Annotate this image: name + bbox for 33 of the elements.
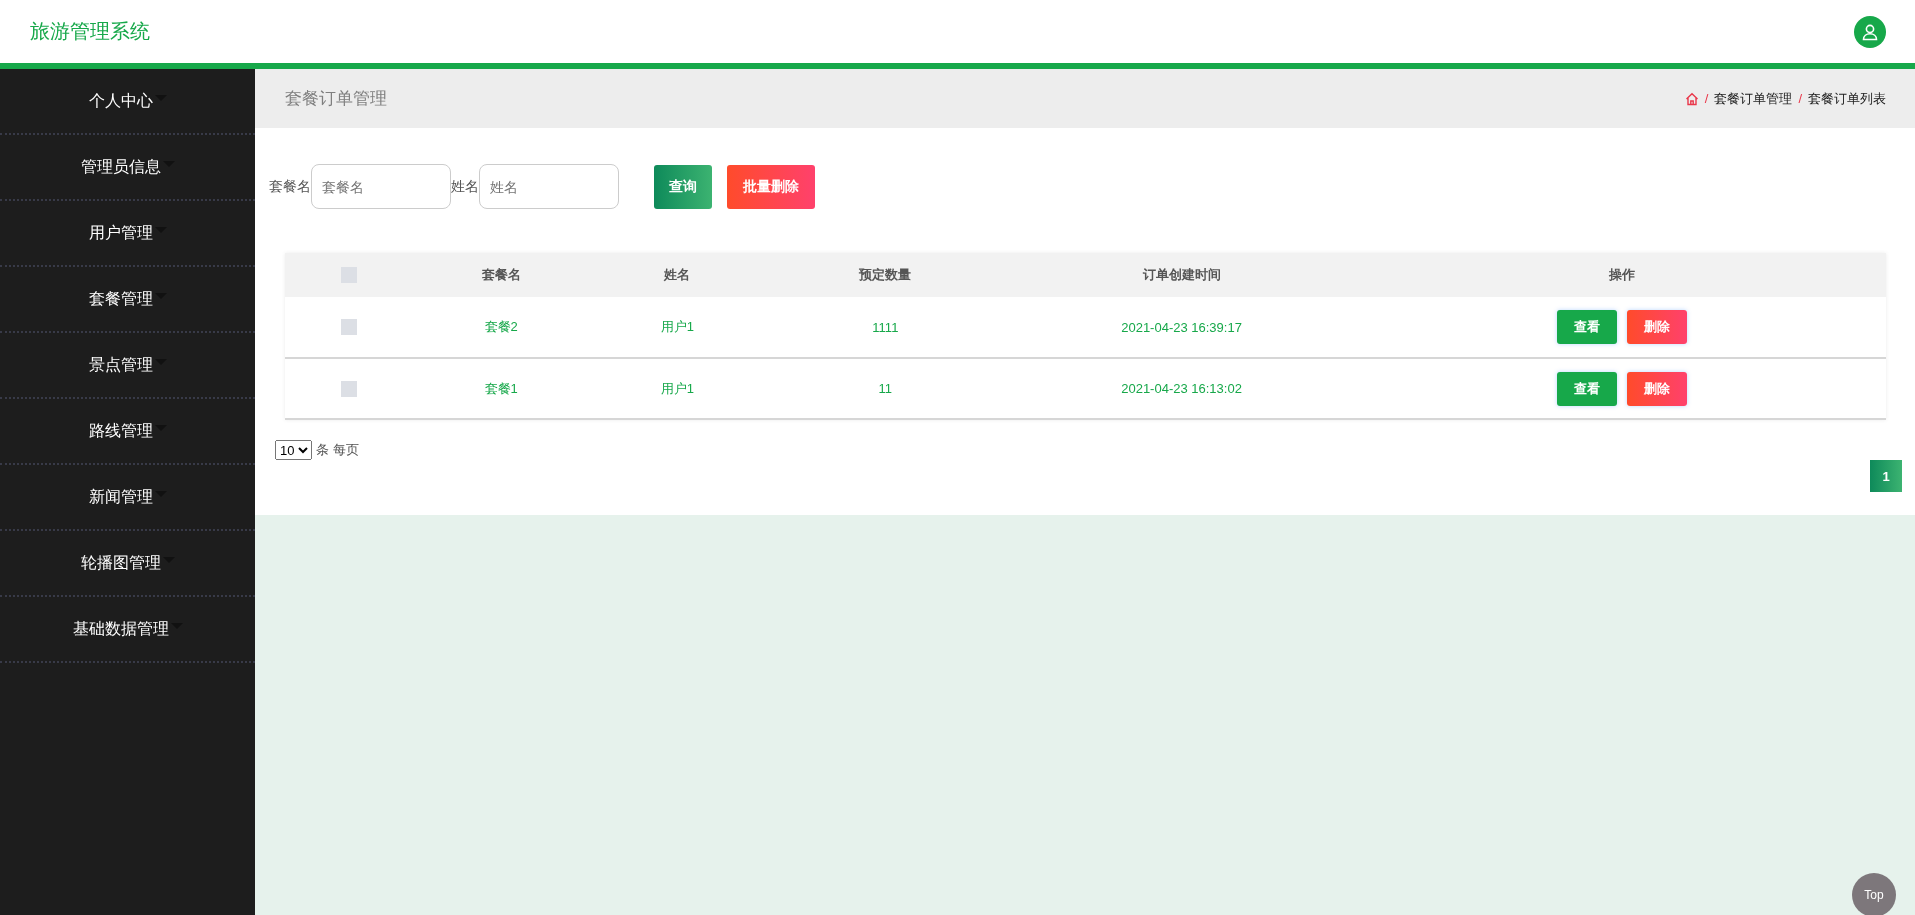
user-icon[interactable] bbox=[1854, 15, 1886, 48]
back-to-top-button[interactable]: Top bbox=[1852, 873, 1896, 915]
table-cell: 11 bbox=[765, 358, 1006, 419]
app-title: 旅游管理系统 bbox=[30, 19, 150, 44]
search-field[interactable]: 姓名 bbox=[479, 164, 619, 209]
search-field[interactable]: 套餐名 bbox=[311, 164, 451, 209]
page-size-select[interactable]: 10 bbox=[275, 440, 312, 460]
table-cell: 套餐2 bbox=[413, 297, 590, 358]
page-title: 套餐订单管理 bbox=[285, 88, 387, 110]
page-size-label: 条 每页 bbox=[316, 441, 359, 459]
column-header: 操作 bbox=[1357, 253, 1886, 297]
table-cell: 套餐1 bbox=[413, 358, 590, 419]
home-icon[interactable] bbox=[1684, 91, 1699, 106]
breadcrumb-item[interactable]: 套餐订单管理 bbox=[1714, 89, 1793, 108]
sidebar-item[interactable]: 轮播图管理 bbox=[0, 531, 255, 597]
breadcrumb-separator: / bbox=[1798, 91, 1802, 106]
query-button[interactable]: 查询 bbox=[654, 164, 712, 209]
checkbox[interactable] bbox=[341, 319, 358, 336]
breadcrumb-separator: / bbox=[1704, 91, 1709, 106]
table-cell: 2021-04-23 16:13:02 bbox=[1005, 358, 1358, 419]
column-header: 预定数量 bbox=[765, 253, 1006, 297]
table-cell: 用户1 bbox=[589, 297, 766, 358]
table-cell: 1111 bbox=[765, 297, 1006, 358]
column-header: 姓名 bbox=[589, 253, 766, 297]
checkbox[interactable] bbox=[341, 380, 358, 397]
sidebar-item[interactable]: 基础数据管理 bbox=[0, 597, 255, 663]
table-cell: 2021-04-23 16:39:17 bbox=[1005, 297, 1358, 358]
table-cell: 用户1 bbox=[589, 358, 766, 419]
field-label: 姓名 bbox=[451, 177, 479, 196]
field-label: 套餐名 bbox=[269, 177, 311, 196]
column-header: 套餐名 bbox=[413, 253, 590, 297]
column-header: 订单创建时间 bbox=[1005, 253, 1358, 297]
breadcrumb-item[interactable]: 套餐订单列表 bbox=[1808, 89, 1886, 108]
